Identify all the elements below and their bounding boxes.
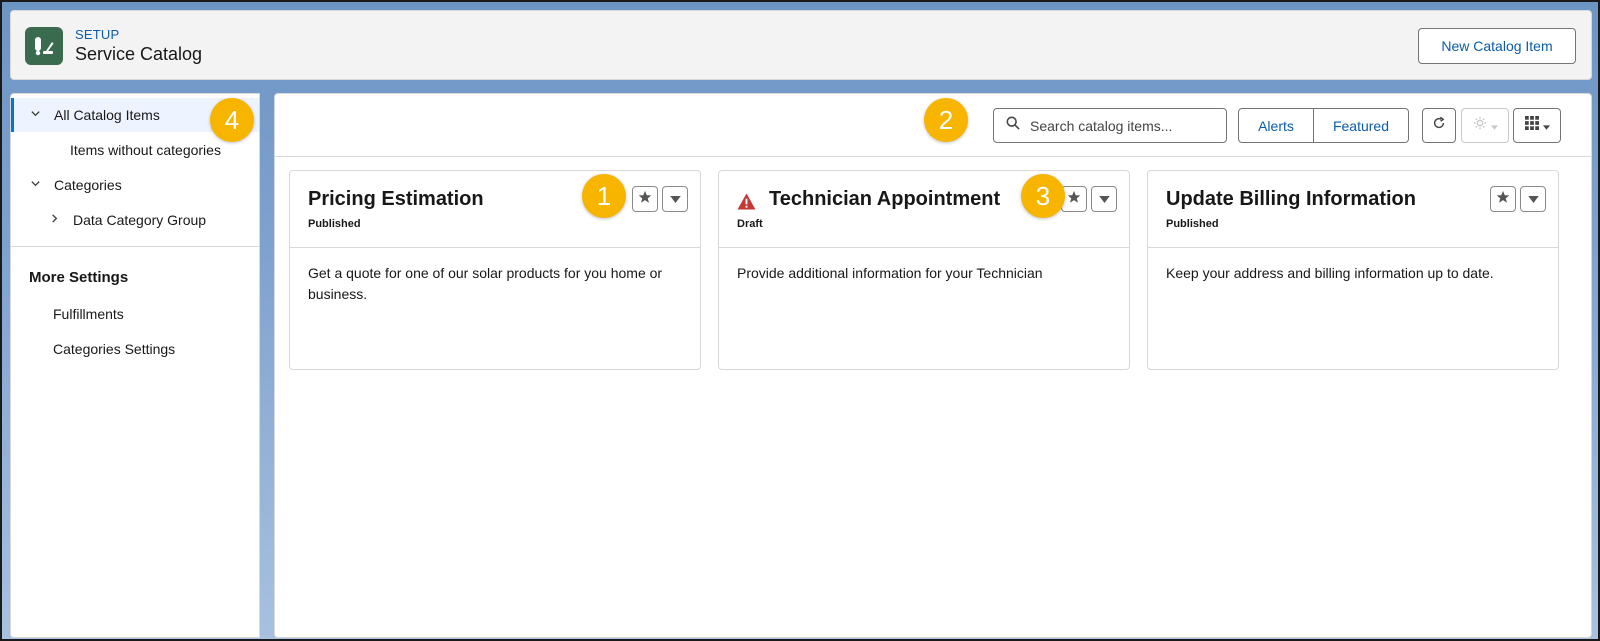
sidebar-item-categories[interactable]: Categories bbox=[11, 168, 259, 202]
new-catalog-item-button[interactable]: New Catalog Item bbox=[1418, 28, 1576, 64]
search-box[interactable] bbox=[993, 108, 1227, 143]
sidebar-item-fulfillments[interactable]: Fulfillments bbox=[11, 297, 259, 331]
sidebar-item-label: Items without categories bbox=[70, 142, 221, 158]
card-menu-button[interactable] bbox=[1520, 186, 1546, 212]
favorite-button[interactable] bbox=[1490, 186, 1516, 212]
chevron-down-icon bbox=[30, 178, 42, 192]
callout-badge-4: 4 bbox=[210, 98, 254, 142]
favorite-button[interactable] bbox=[1061, 186, 1087, 212]
alerts-button[interactable]: Alerts bbox=[1238, 108, 1314, 143]
callout-badge-3: 3 bbox=[1021, 174, 1065, 218]
caret-down-icon bbox=[1527, 190, 1539, 208]
service-catalog-icon bbox=[25, 27, 63, 65]
caret-down-icon bbox=[669, 190, 681, 208]
refresh-button[interactable] bbox=[1422, 108, 1456, 143]
sidebar-item-label: Data Category Group bbox=[73, 212, 207, 228]
sidebar-item-label: Categories bbox=[54, 177, 122, 193]
toolbar-divider bbox=[275, 156, 1591, 157]
card-divider bbox=[290, 247, 700, 248]
search-input[interactable] bbox=[1030, 117, 1220, 134]
main-content: Alerts Featured bbox=[274, 93, 1592, 638]
card-title[interactable]: Technician Appointment bbox=[769, 188, 1000, 211]
card-description: Provide additional information for your … bbox=[737, 265, 1043, 281]
settings-icon bbox=[1473, 116, 1487, 135]
sidebar-item-label: Categories Settings bbox=[53, 341, 176, 357]
card-status: Published bbox=[1166, 218, 1219, 230]
featured-button[interactable]: Featured bbox=[1313, 108, 1409, 143]
card-divider bbox=[1148, 247, 1558, 248]
card-status: Published bbox=[308, 218, 361, 230]
card-title[interactable]: Pricing Estimation bbox=[308, 188, 484, 211]
sidebar-item-categories-settings[interactable]: Categories Settings bbox=[11, 332, 259, 366]
caret-down-icon bbox=[1542, 117, 1550, 135]
more-settings-title: More Settings bbox=[29, 269, 129, 286]
star-icon bbox=[638, 190, 652, 209]
star-icon bbox=[1496, 190, 1510, 209]
card-status: Draft bbox=[737, 218, 763, 230]
card-menu-button[interactable] bbox=[1091, 186, 1117, 212]
caret-down-icon bbox=[1490, 117, 1498, 135]
card-title[interactable]: Update Billing Information bbox=[1166, 188, 1416, 211]
sidebar: All Catalog Items Items without categori… bbox=[10, 93, 260, 638]
card-description: Get a quote for one of our solar product… bbox=[308, 265, 663, 302]
app-window: SETUP Service Catalog New Catalog Item A… bbox=[0, 0, 1600, 641]
card-description: Keep your address and billing informatio… bbox=[1166, 265, 1494, 281]
page-title: Service Catalog bbox=[75, 44, 203, 64]
warning-icon bbox=[737, 193, 756, 215]
sidebar-item-label: Fulfillments bbox=[53, 306, 124, 322]
sidebar-divider bbox=[11, 246, 259, 247]
search-icon bbox=[1006, 116, 1020, 135]
grid-view-icon bbox=[1524, 116, 1539, 135]
callout-badge-1: 1 bbox=[582, 174, 626, 218]
card-menu-button[interactable] bbox=[662, 186, 688, 212]
catalog-item-card[interactable]: Update Billing Information Published Kee… bbox=[1147, 170, 1559, 370]
page-header: SETUP Service Catalog New Catalog Item bbox=[10, 10, 1592, 80]
setup-label: SETUP bbox=[75, 27, 120, 42]
chevron-down-icon bbox=[30, 108, 42, 122]
catalog-item-card[interactable]: Pricing Estimation Published Get a quote… bbox=[289, 170, 701, 370]
callout-badge-2: 2 bbox=[924, 98, 968, 142]
catalog-item-card[interactable]: Technician Appointment Draft Provide add… bbox=[718, 170, 1130, 370]
favorite-button[interactable] bbox=[632, 186, 658, 212]
sidebar-item-data-category-group[interactable]: Data Category Group bbox=[11, 203, 259, 237]
caret-down-icon bbox=[1098, 190, 1110, 208]
star-icon bbox=[1067, 190, 1081, 209]
sidebar-item-label: All Catalog Items bbox=[54, 107, 160, 123]
refresh-icon bbox=[1432, 116, 1446, 135]
card-divider bbox=[719, 247, 1129, 248]
display-view-button[interactable] bbox=[1513, 108, 1561, 143]
chevron-right-icon bbox=[49, 213, 61, 227]
settings-button[interactable] bbox=[1461, 108, 1509, 143]
